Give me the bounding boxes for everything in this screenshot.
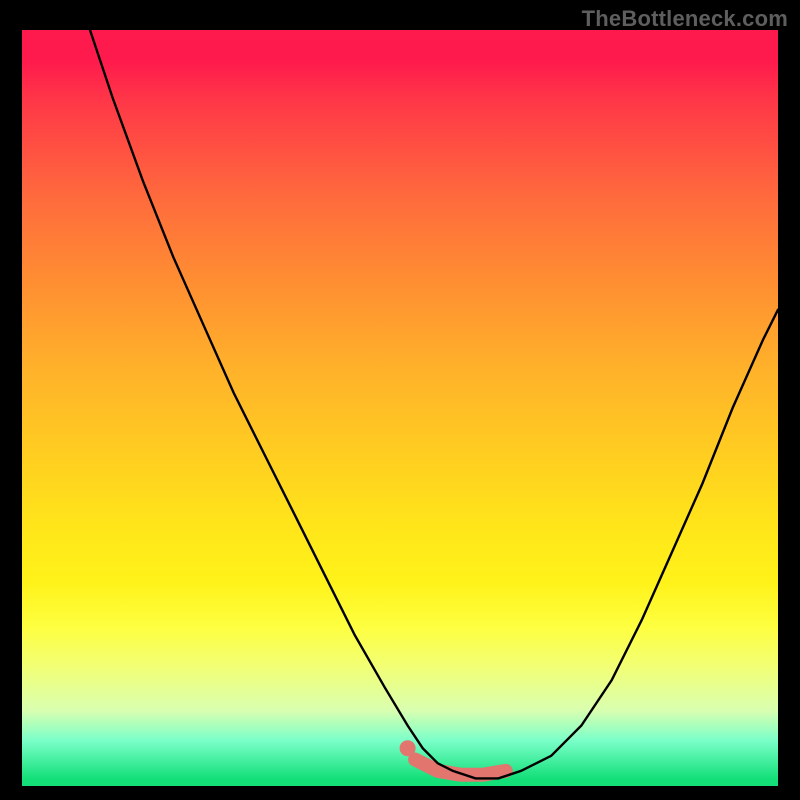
curve-svg bbox=[22, 30, 778, 786]
plot-area bbox=[22, 30, 778, 786]
highlight-dot bbox=[400, 740, 416, 756]
watermark-text: TheBottleneck.com bbox=[582, 6, 788, 32]
bottleneck-curve bbox=[90, 30, 778, 778]
chart-frame: TheBottleneck.com bbox=[0, 0, 800, 800]
